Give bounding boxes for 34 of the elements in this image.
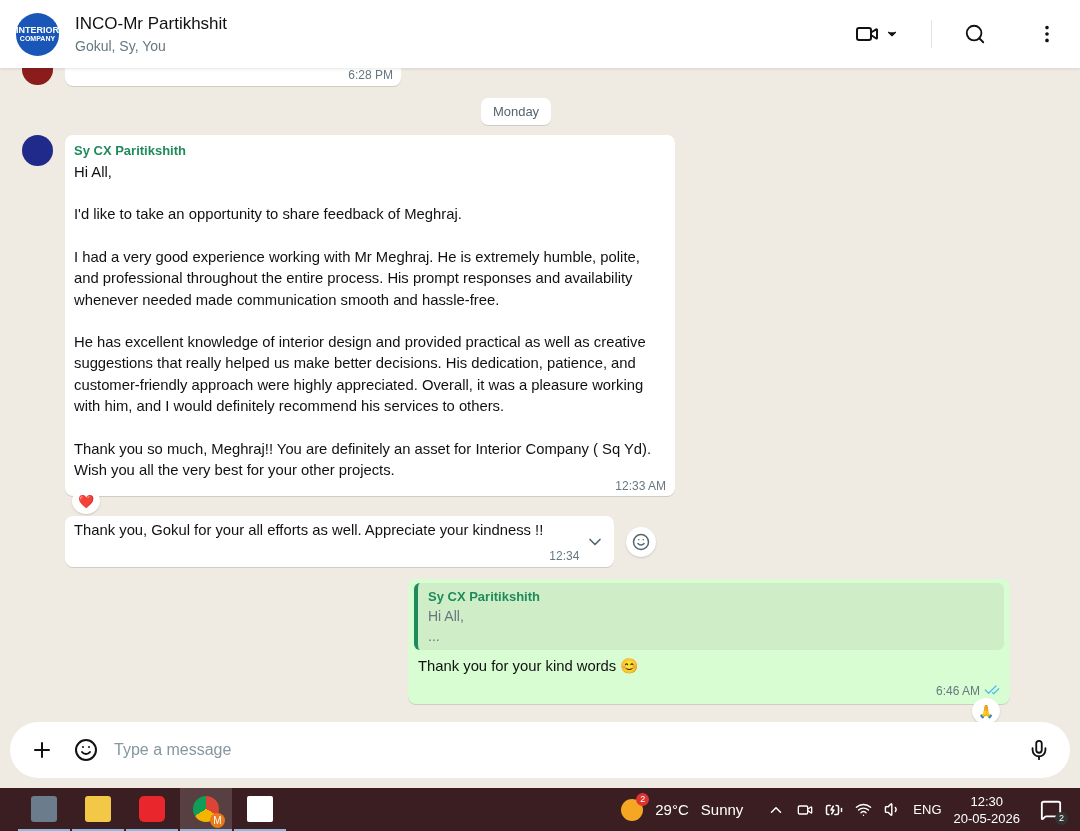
message-time: 6:28 PM: [348, 68, 393, 82]
message-time: 6:46 AM: [935, 684, 980, 699]
chat-title: INCO-Mr Partikhshit: [75, 14, 229, 34]
message-text: I had a very good experience working with Mr Meghraj. He is extremely humble, polite, and professional throughout the entire process. His prompt responses and availability whenever needed made communication smooth and hassle-free.: [74, 247, 641, 310]
logo-text: INTERIOR: [16, 25, 59, 36]
weather-badge: 2: [636, 792, 650, 806]
clock-date[interactable]: 20-05-2026: [953, 810, 1020, 826]
message-text: Thank you, Gokul for your all efforts as well. Appreciate your kindness !!: [74, 521, 544, 541]
message-text: I'd like to take an opportunity to share feedback of Meghraj.: [74, 205, 463, 225]
sender-name: Sy CX Paritikshith: [74, 143, 187, 158]
message-composer[interactable]: Type a message: [10, 722, 1070, 778]
clock-time[interactable]: 12:30: [970, 793, 1003, 809]
message-text: Thank you so much, Meghraj!! You are definitely an asset for Interior Company ( Sq Yd). Wish you all the very best for your other projects.: [74, 439, 653, 481]
message-time: 12:33 AM: [615, 479, 666, 494]
reaction-emoji[interactable]: ❤: [72, 488, 100, 515]
wifi-icon[interactable]: [855, 801, 873, 818]
language-indicator[interactable]: ENG: [913, 802, 942, 817]
message-text: Thank you for your kind words 😊: [418, 656, 640, 676]
message-text: He has excellent knowledge of interior design and provided practical as well as creative suggestions that really helped us make better decisions. His dedication, patience, and customer-friendly approach were highly appreciated. Overall, it was a pleasure working with him, and I would definitely recommend his services to others.: [74, 333, 647, 417]
sender-name: Sy CX Paritikshith: [428, 588, 541, 604]
message-text: Hi All,: [74, 163, 113, 182]
quote-text: ...: [428, 627, 441, 644]
weather-condition: Sunny: [700, 801, 744, 818]
notification-count: 2: [1055, 811, 1068, 825]
weather-icon[interactable]: [621, 798, 644, 821]
quoted-message[interactable]: Sy CX Paritikshith Hi All, ...: [414, 582, 1004, 650]
avatar: [22, 135, 53, 166]
quote-text: Hi All,: [428, 607, 465, 624]
date-chip: Monday: [480, 98, 552, 125]
temperature: 29°C: [655, 801, 689, 818]
message-time: 12:34: [549, 548, 580, 563]
participants: Gokul, Sy, You: [75, 38, 167, 54]
notifications-icon[interactable]: [1040, 798, 1062, 821]
emoji-icon[interactable]: [626, 526, 657, 557]
